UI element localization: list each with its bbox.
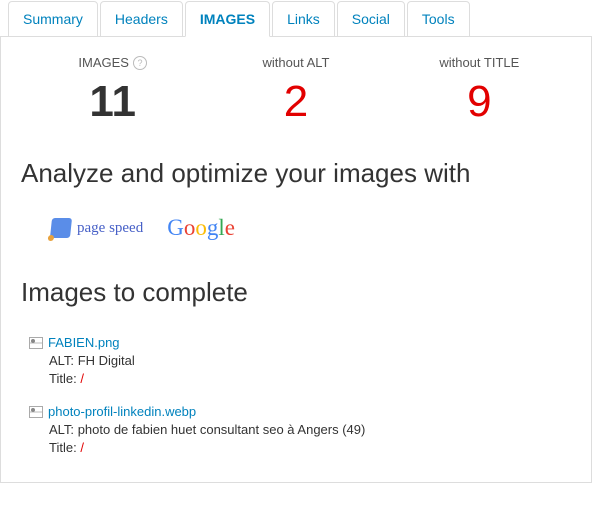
image-filename: FABIEN.png <box>48 335 120 350</box>
pagespeed-link[interactable]: page speed <box>51 218 143 238</box>
stat-alt-label: without ALT <box>204 55 387 70</box>
alt-label: ALT: <box>49 422 74 437</box>
stat-total: IMAGES ? 11 <box>21 55 204 124</box>
pagespeed-icon <box>50 218 72 238</box>
image-filename: photo-profil-linkedin.webp <box>48 404 196 419</box>
stat-title-label: without TITLE <box>388 55 571 70</box>
google-letter: g <box>207 215 219 240</box>
partners-row: page speed Google <box>21 207 571 259</box>
title-missing: / <box>80 440 84 455</box>
google-letter: o <box>195 215 207 240</box>
optimize-heading: Analyze and optimize your images with <box>21 158 571 189</box>
stat-title-value: 9 <box>388 80 571 124</box>
list-item: FABIEN.png ALT: FH Digital Title: / <box>21 326 571 395</box>
tab-links[interactable]: Links <box>272 1 335 37</box>
stat-without-title: without TITLE 9 <box>388 55 571 124</box>
stat-total-value: 11 <box>21 80 204 124</box>
google-letter: e <box>225 215 235 240</box>
images-panel: IMAGES ? 11 without ALT 2 without TITLE … <box>0 36 592 483</box>
image-link[interactable]: FABIEN.png <box>29 335 571 350</box>
stat-without-alt: without ALT 2 <box>204 55 387 124</box>
image-title-line: Title: / <box>29 371 571 386</box>
list-item: photo-profil-linkedin.webp ALT: photo de… <box>21 395 571 464</box>
pagespeed-label: page speed <box>77 220 143 237</box>
image-alt-line: ALT: FH Digital <box>29 353 571 368</box>
image-file-icon <box>29 337 43 349</box>
tabs-bar: Summary Headers IMAGES Links Social Tool… <box>0 0 592 36</box>
tab-images[interactable]: IMAGES <box>185 1 270 37</box>
stats-row: IMAGES ? 11 without ALT 2 without TITLE … <box>21 55 571 124</box>
alt-label: ALT: <box>49 353 74 368</box>
list-heading: Images to complete <box>21 277 571 308</box>
image-link[interactable]: photo-profil-linkedin.webp <box>29 404 571 419</box>
help-icon[interactable]: ? <box>133 56 147 70</box>
title-missing: / <box>80 371 84 386</box>
title-label: Title: <box>49 440 77 455</box>
image-file-icon <box>29 406 43 418</box>
alt-value: photo de fabien huet consultant seo à An… <box>78 422 366 437</box>
google-letter: o <box>184 215 196 240</box>
title-label: Title: <box>49 371 77 386</box>
google-letter: G <box>167 215 184 240</box>
tab-tools[interactable]: Tools <box>407 1 470 37</box>
image-alt-line: ALT: photo de fabien huet consultant seo… <box>29 422 571 437</box>
tab-social[interactable]: Social <box>337 1 405 37</box>
tab-summary[interactable]: Summary <box>8 1 98 37</box>
google-link[interactable]: Google <box>167 215 235 241</box>
alt-value: FH Digital <box>78 353 135 368</box>
image-title-line: Title: / <box>29 440 571 455</box>
stat-total-label: IMAGES <box>78 55 129 70</box>
tab-headers[interactable]: Headers <box>100 1 183 37</box>
stat-alt-value: 2 <box>204 80 387 124</box>
